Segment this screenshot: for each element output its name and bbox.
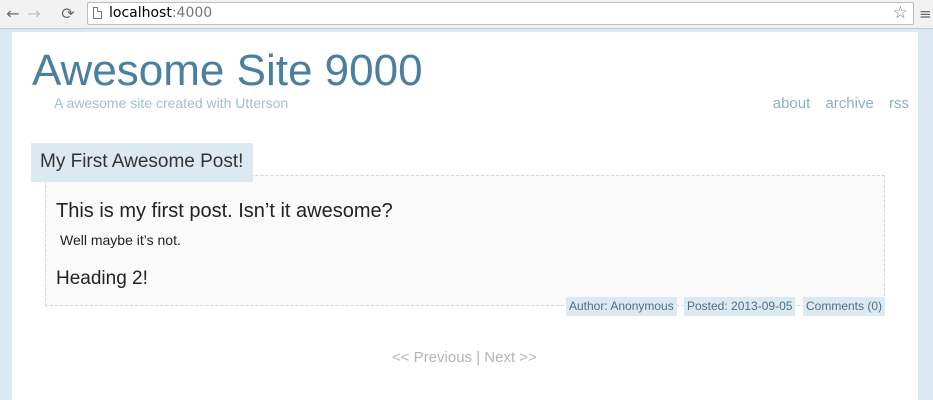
- page-icon: [93, 7, 102, 19]
- post-heading-2: Heading 2!: [56, 268, 148, 289]
- post-title[interactable]: My First Awesome Post!: [31, 143, 254, 182]
- site-subtitle: A awesome site created with Utterson: [54, 95, 289, 111]
- forward-arrow-icon[interactable]: →: [24, 3, 44, 25]
- address-bar[interactable]: localhost:4000 ☆: [87, 2, 914, 25]
- url-text[interactable]: localhost:4000: [109, 3, 212, 24]
- post-paragraph: Well maybe it’s not.: [60, 232, 181, 248]
- post-body: This is my first post. Isn’t it awesome?…: [45, 175, 885, 306]
- post-author-tag: Author: Anonymous: [566, 297, 677, 316]
- page-content: Awesome Site 9000 A awesome site created…: [12, 32, 918, 400]
- url-host: localhost: [109, 5, 172, 21]
- previous-link[interactable]: << Previous: [392, 349, 472, 366]
- post-date-tag: Posted: 2013-09-05: [684, 297, 796, 316]
- browser-toolbar: ← → ⟳ localhost:4000 ☆ ≡: [0, 0, 933, 29]
- nav-link-rss[interactable]: rss: [889, 95, 909, 112]
- pagination: << Previous | Next >>: [392, 349, 537, 366]
- nav-link-archive[interactable]: archive: [825, 95, 873, 112]
- site-nav: about archive rss: [762, 95, 909, 112]
- next-link[interactable]: Next >>: [484, 349, 537, 366]
- site-title[interactable]: Awesome Site 9000: [32, 49, 423, 93]
- post-comments-link[interactable]: Comments (0): [803, 297, 886, 316]
- nav-link-about[interactable]: about: [773, 95, 811, 112]
- back-arrow-icon[interactable]: ←: [3, 3, 23, 25]
- bookmark-star-icon[interactable]: ☆: [893, 3, 908, 24]
- reload-icon[interactable]: ⟳: [58, 3, 78, 25]
- pager-separator: |: [472, 349, 485, 366]
- url-port: :4000: [171, 5, 213, 21]
- browser-menu-icon[interactable]: ≡: [919, 3, 932, 25]
- post-heading-1: This is my first post. Isn’t it awesome?: [56, 200, 393, 222]
